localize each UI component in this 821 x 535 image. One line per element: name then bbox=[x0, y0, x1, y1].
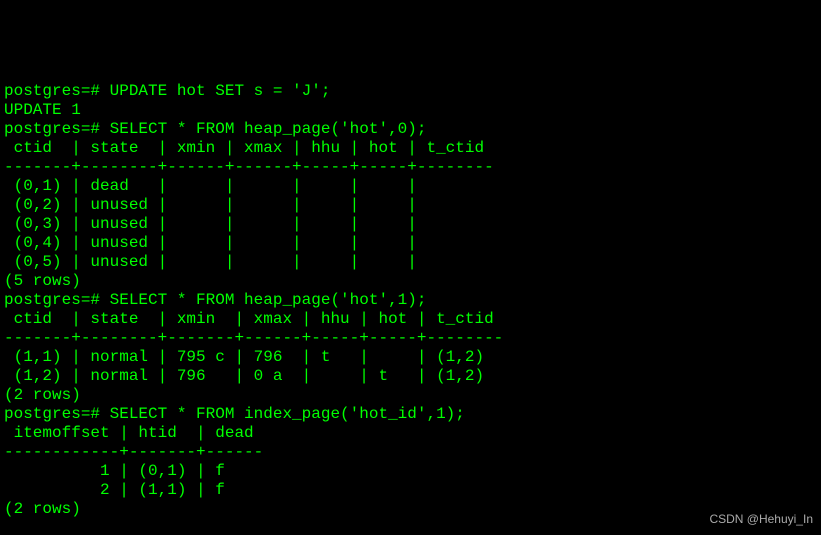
table-separator: ------------+-------+------ bbox=[4, 443, 817, 462]
prompt-line: postgres=# SELECT * FROM heap_page('hot'… bbox=[4, 120, 817, 139]
table-row: (0,4) | unused | | | | | bbox=[4, 234, 817, 253]
prompt-line: postgres=# SELECT * FROM heap_page('hot'… bbox=[4, 291, 817, 310]
table-row: (0,2) | unused | | | | | bbox=[4, 196, 817, 215]
terminal-output: postgres=# UPDATE hot SET s = 'J';UPDATE… bbox=[4, 82, 817, 519]
table-row: (0,3) | unused | | | | | bbox=[4, 215, 817, 234]
table-separator: -------+--------+-------+------+-----+--… bbox=[4, 329, 817, 348]
table-row: 1 | (0,1) | f bbox=[4, 462, 817, 481]
table-row: (1,2) | normal | 796 | 0 a | | t | (1,2) bbox=[4, 367, 817, 386]
row-count: (2 rows) bbox=[4, 500, 817, 519]
table-row: (0,5) | unused | | | | | bbox=[4, 253, 817, 272]
table-header: ctid | state | xmin | xmax | hhu | hot |… bbox=[4, 310, 817, 329]
row-count: (5 rows) bbox=[4, 272, 817, 291]
watermark: CSDN @Hehuyi_In bbox=[709, 510, 813, 529]
table-header: itemoffset | htid | dead bbox=[4, 424, 817, 443]
table-header: ctid | state | xmin | xmax | hhu | hot |… bbox=[4, 139, 817, 158]
update-result: UPDATE 1 bbox=[4, 101, 817, 120]
prompt-line: postgres=# UPDATE hot SET s = 'J'; bbox=[4, 82, 817, 101]
prompt-line: postgres=# SELECT * FROM index_page('hot… bbox=[4, 405, 817, 424]
table-row: (1,1) | normal | 795 c | 796 | t | | (1,… bbox=[4, 348, 817, 367]
table-separator: -------+--------+------+------+-----+---… bbox=[4, 158, 817, 177]
row-count: (2 rows) bbox=[4, 386, 817, 405]
table-row: (0,1) | dead | | | | | bbox=[4, 177, 817, 196]
table-row: 2 | (1,1) | f bbox=[4, 481, 817, 500]
